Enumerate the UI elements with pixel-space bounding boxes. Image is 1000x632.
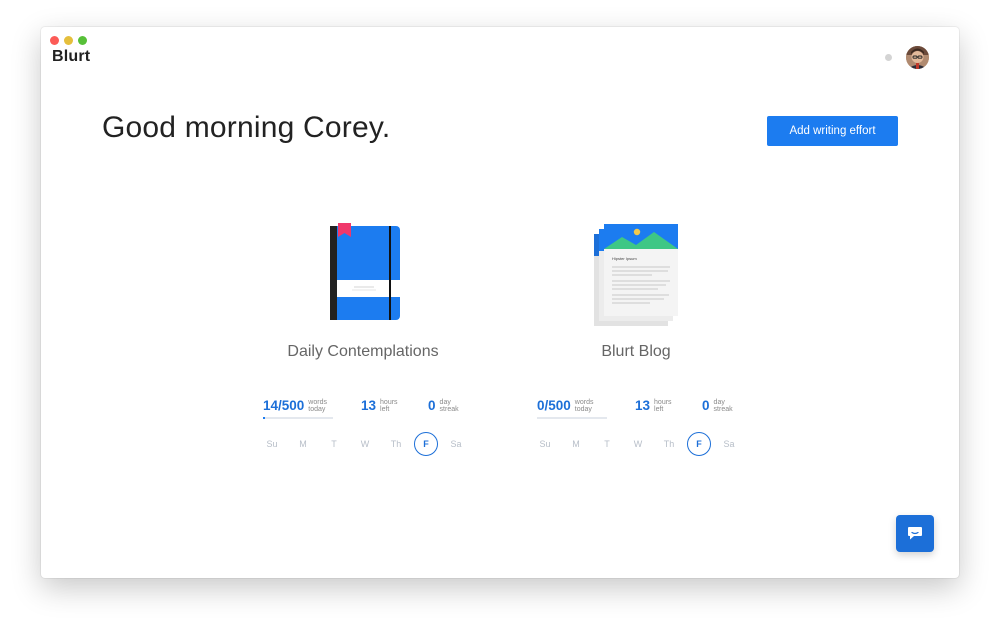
zoom-window-button[interactable]	[78, 36, 87, 45]
day-f[interactable]: F	[414, 432, 438, 456]
day-t[interactable]: T	[594, 432, 620, 456]
effort-card-daily-contemplations[interactable]: Daily Contemplations	[253, 212, 473, 361]
words-label: words today	[308, 398, 327, 413]
page-title: Good morning Corey.	[102, 111, 391, 144]
effort-stats: 14/500 words today 13 hours left 0 day s…	[263, 398, 462, 419]
blog-preview-heading: Hipster Ipsum	[612, 256, 637, 261]
day-su[interactable]: Su	[532, 432, 558, 456]
avatar[interactable]	[906, 46, 929, 69]
day-th[interactable]: Th	[656, 432, 682, 456]
app-window: Blurt Good morning Corey. Add writing ef…	[41, 27, 959, 578]
hours-label: hours left	[654, 398, 672, 413]
user-avatar-icon	[906, 46, 929, 69]
weekday-selector: Su M T W Th F Sa	[259, 432, 474, 456]
app-title: Blurt	[52, 48, 91, 65]
chat-bubble-icon	[908, 527, 922, 540]
chat-button[interactable]	[896, 515, 934, 552]
effort-title: Blurt Blog	[601, 343, 671, 360]
streak-count: 0	[428, 398, 436, 413]
effort-stats: 0/500 words today 13 hours left 0 day st…	[537, 398, 736, 419]
day-m[interactable]: M	[290, 432, 316, 456]
hours-left-stat: 13 hours left	[635, 398, 676, 413]
words-progress-bar	[537, 417, 607, 419]
words-count: 0/500	[537, 398, 571, 413]
effort-title: Daily Contemplations	[287, 343, 439, 360]
day-t[interactable]: T	[321, 432, 347, 456]
words-progress-fill	[263, 417, 265, 419]
effort-card-blurt-blog[interactable]: Hipster Ipsum Blurt Blog	[526, 212, 746, 361]
streak-label: day streak	[713, 398, 733, 413]
words-count: 14/500	[263, 398, 305, 413]
day-streak-stat: 0 day streak	[702, 398, 736, 413]
day-su[interactable]: Su	[259, 432, 285, 456]
words-today-stat: 14/500 words today	[263, 398, 333, 419]
words-today-stat: 0/500 words today	[537, 398, 607, 419]
hours-label: hours left	[380, 398, 398, 413]
hours-left-stat: 13 hours left	[361, 398, 402, 413]
card-illustration: Hipster Ipsum	[526, 212, 746, 327]
notebook-icon	[330, 223, 400, 320]
day-m[interactable]: M	[563, 432, 589, 456]
day-w[interactable]: W	[625, 432, 651, 456]
day-sa[interactable]: Sa	[443, 432, 469, 456]
blog-pages-icon: Hipster Ipsum	[594, 224, 678, 326]
minimize-window-button[interactable]	[64, 36, 73, 45]
day-sa[interactable]: Sa	[716, 432, 742, 456]
status-indicator	[885, 54, 892, 61]
streak-count: 0	[702, 398, 710, 413]
words-progress-bar	[263, 417, 333, 419]
card-illustration	[253, 212, 473, 327]
words-label: words today	[574, 398, 594, 413]
weekday-selector: Su M T W Th F Sa	[532, 432, 747, 456]
hours-count: 13	[635, 398, 651, 413]
day-streak-stat: 0 day streak	[428, 398, 462, 413]
add-writing-effort-button[interactable]: Add writing effort	[767, 116, 898, 146]
day-f[interactable]: F	[687, 432, 711, 456]
close-window-button[interactable]	[50, 36, 59, 45]
day-th[interactable]: Th	[383, 432, 409, 456]
hours-count: 13	[361, 398, 377, 413]
window-controls	[50, 36, 87, 45]
streak-label: day streak	[439, 398, 459, 413]
day-w[interactable]: W	[352, 432, 378, 456]
